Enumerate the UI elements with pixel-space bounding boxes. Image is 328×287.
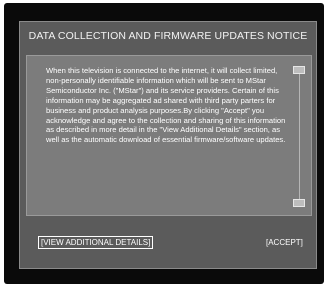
notice-dialog: DATA COLLECTION AND FIRMWARE UPDATES NOT…	[19, 21, 317, 269]
dialog-title: DATA COLLECTION AND FIRMWARE UPDATES NOT…	[28, 30, 308, 42]
notice-body-text: When this television is connected to the…	[46, 66, 286, 145]
tv-screen: DATA COLLECTION AND FIRMWARE UPDATES NOT…	[4, 3, 324, 284]
accept-button[interactable]: [ACCEPT]	[264, 237, 305, 248]
scroll-up-arrow[interactable]	[293, 66, 305, 74]
notice-content-panel[interactable]: When this television is connected to the…	[26, 55, 312, 216]
scrollbar-track[interactable]	[299, 66, 300, 204]
scroll-down-arrow[interactable]	[293, 199, 305, 207]
view-additional-details-button[interactable]: [VIEW ADDITIONAL DETAILS]	[38, 236, 154, 249]
